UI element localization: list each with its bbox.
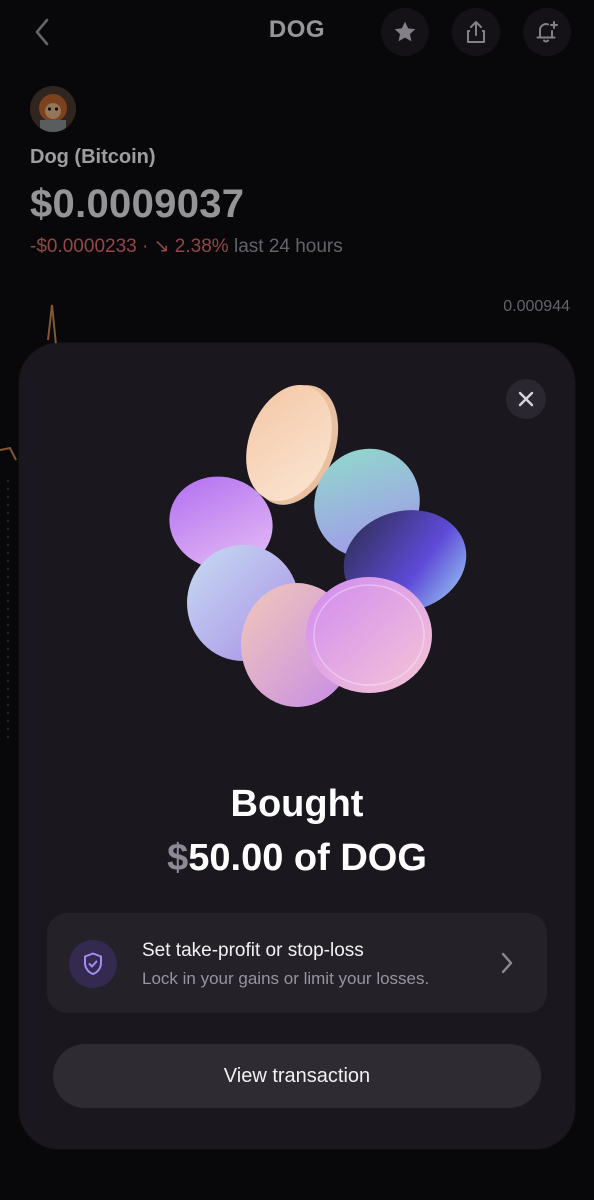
take-profit-subtitle: Lock in your gains or limit your losses. — [142, 969, 430, 988]
close-icon — [518, 391, 534, 407]
amount-text: 50.00 of DOG — [188, 837, 427, 879]
purchase-confirmation-modal: Bought $50.00 of DOG Set take-profit or … — [19, 343, 575, 1149]
currency-symbol: $ — [167, 837, 189, 879]
chevron-right-icon — [497, 949, 517, 977]
take-profit-title: Set take-profit or stop-loss — [142, 940, 364, 961]
shield-check-icon — [84, 952, 102, 975]
coin-shape — [306, 577, 432, 693]
bought-amount: $50.00 of DOG — [19, 837, 575, 880]
close-button[interactable] — [506, 379, 546, 419]
take-profit-card[interactable]: Set take-profit or stop-loss Lock in you… — [47, 913, 547, 1013]
bought-headline: Bought — [230, 783, 364, 825]
shield-icon-wrap — [69, 940, 117, 988]
view-transaction-button[interactable]: View transaction — [53, 1044, 541, 1108]
coins-illustration — [169, 384, 467, 707]
